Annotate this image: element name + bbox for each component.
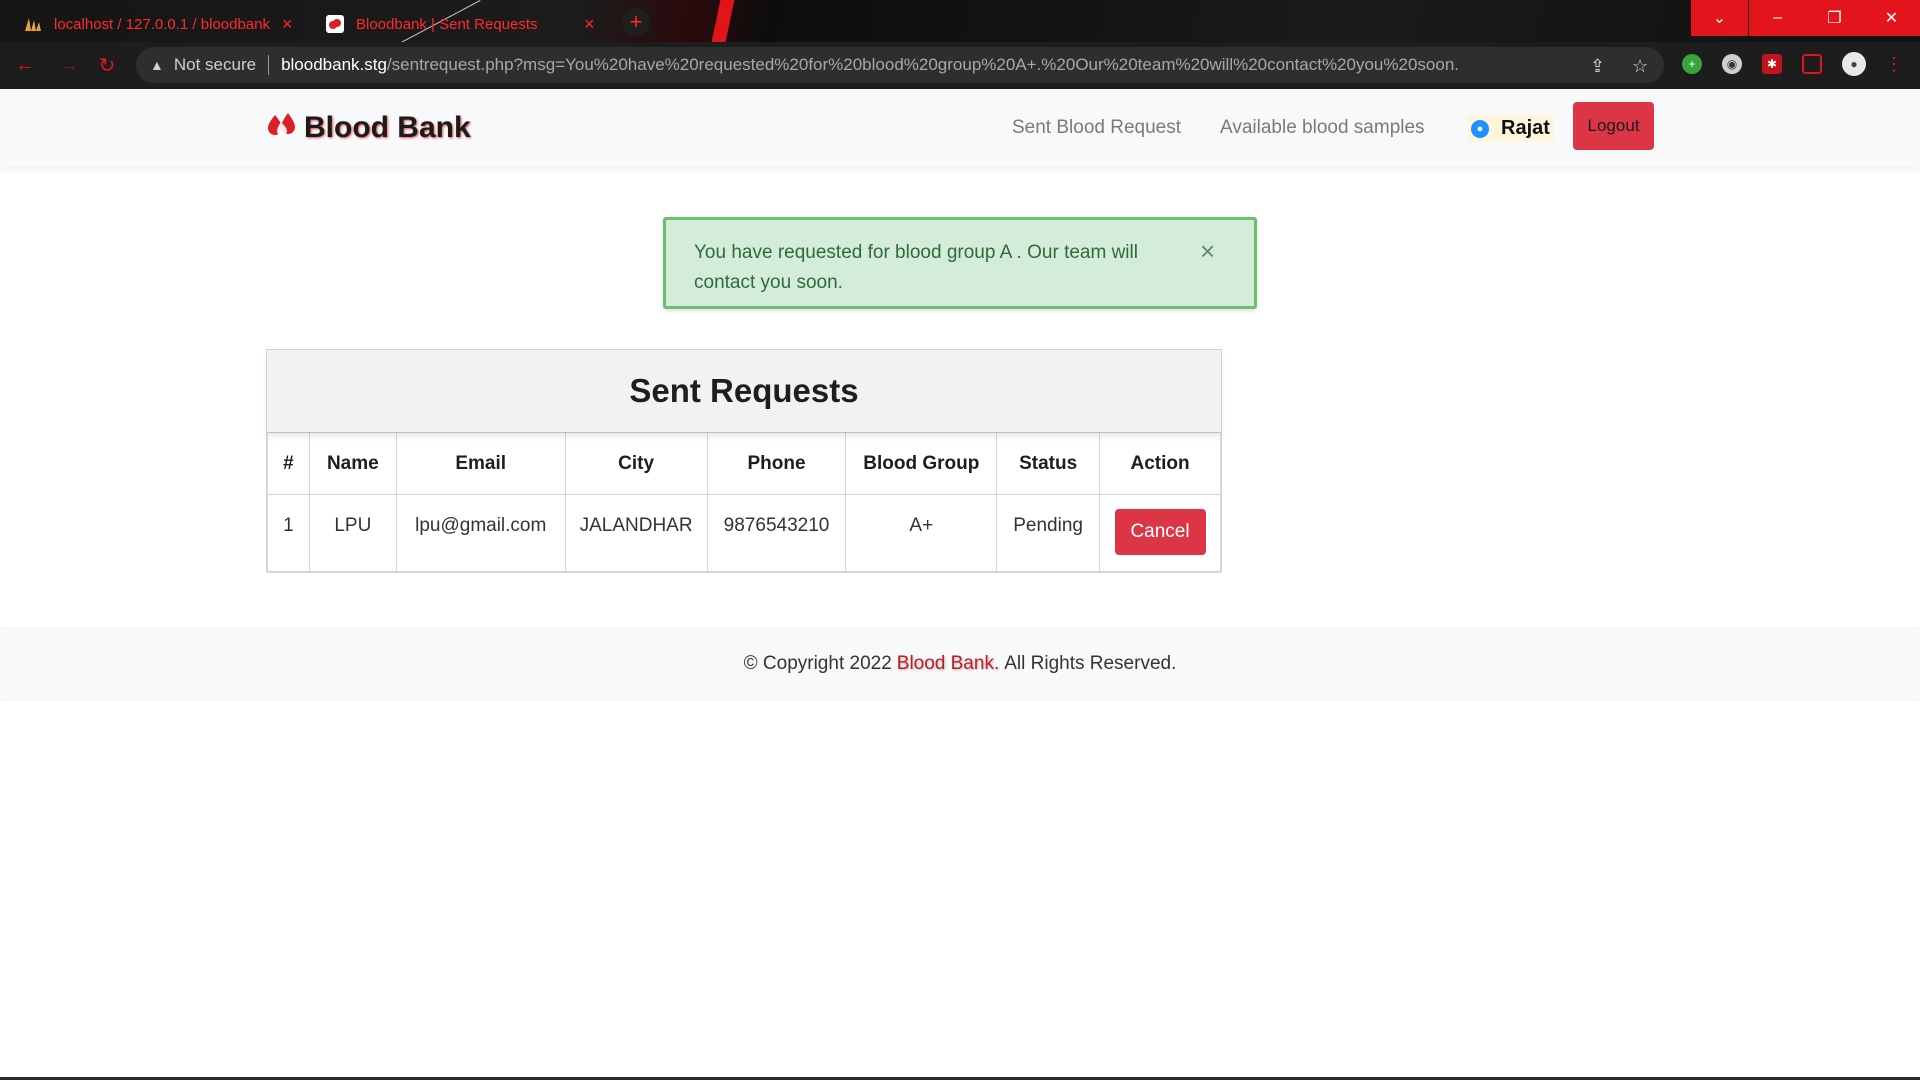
share-icon[interactable]: ⇪ (1590, 56, 1605, 77)
forward-icon[interactable]: → (56, 52, 82, 78)
url-host: bloodbank.stg (281, 55, 387, 74)
cell-name: LPU (308, 494, 397, 573)
column-header: # (267, 432, 310, 495)
column-header: Phone (706, 432, 847, 495)
user-name: Rajat (1501, 117, 1550, 139)
tab-search-icon[interactable]: ⌄ (1691, 0, 1748, 36)
site-footer: © Copyright 2022 Blood Bank. All Rights … (0, 630, 1920, 698)
column-header: Action (1099, 432, 1221, 495)
phpmyadmin-icon (24, 15, 42, 33)
decorative-streak (711, 0, 735, 42)
reload-icon[interactable]: ↻ (94, 52, 120, 78)
tab-title: Bloodbank | Sent Requests (356, 15, 538, 33)
extension-puzzle-icon[interactable]: ✱ (1762, 54, 1782, 74)
extension-square-icon[interactable] (1802, 54, 1822, 74)
alert-message: You have requested for blood group A . O… (694, 242, 1138, 293)
new-tab-icon[interactable]: + (622, 8, 650, 36)
success-alert: You have requested for blood group A . O… (663, 217, 1257, 309)
security-label: Not secure (173, 55, 257, 74)
column-header: Email (395, 432, 566, 495)
extension-owl-icon[interactable]: ◉ (1722, 54, 1742, 74)
sent-requests-card: Sent Requests # Name Email City Phone Bl… (266, 349, 1222, 573)
cell-number: 1 (267, 494, 310, 573)
browser-tab-phpmyadmin[interactable]: localhost / 127.0.0.1 / bloodbank × (10, 6, 307, 42)
profile-avatar-icon[interactable]: ● (1842, 52, 1866, 76)
extension-plus-icon[interactable]: + (1682, 54, 1702, 74)
site-navbar: Blood Bank Sent Blood Request Available … (0, 89, 1920, 167)
footer-rights: All Rights Reserved. (1004, 653, 1177, 674)
column-header: Status (996, 432, 1101, 495)
url-path: /sentrequest.php?msg=You%20have%20reques… (386, 55, 1459, 74)
user-icon: ● (1471, 119, 1489, 138)
brand-logo[interactable]: Blood Bank (266, 111, 471, 145)
restore-icon[interactable]: ❐ (1806, 0, 1863, 36)
column-header: City (564, 432, 708, 495)
minimize-icon[interactable]: – (1749, 0, 1806, 36)
table-header-row: # Name Email City Phone Blood Group Stat… (267, 432, 1221, 495)
browser-menu-icon[interactable]: ⋮ (1884, 54, 1904, 74)
column-header: Name (308, 432, 397, 495)
close-window-icon[interactable]: ✕ (1863, 0, 1920, 36)
browser-tab-bloodbank[interactable]: Bloodbank | Sent Requests × (312, 6, 609, 42)
tab-title: localhost / 127.0.0.1 / bloodbank (54, 15, 270, 33)
divider (268, 55, 270, 75)
requests-table: # Name Email City Phone Blood Group Stat… (267, 432, 1221, 573)
warning-icon: ▲ (150, 57, 164, 73)
browser-toolbar: ← → ↻ ▲ Not secure bloodbank.stg /sentre… (0, 42, 1920, 89)
cell-blood-group: A+ (845, 494, 998, 573)
browser-tab-bar: localhost / 127.0.0.1 / bloodbank × Bloo… (0, 0, 1920, 42)
column-header: Blood Group (845, 432, 998, 495)
footer-copyright: © Copyright 2022 (743, 653, 892, 674)
cell-status: Pending (996, 494, 1101, 573)
cell-action: Cancel (1099, 494, 1221, 573)
blood-drops-icon (266, 112, 298, 145)
brand-name: Blood Bank (304, 111, 471, 144)
bookmark-star-icon[interactable]: ☆ (1632, 56, 1648, 77)
close-icon[interactable]: × (1200, 236, 1215, 267)
nav-sent-blood-request[interactable]: Sent Blood Request (1012, 117, 1181, 139)
close-icon[interactable]: × (282, 14, 293, 35)
bloodbank-favicon (326, 15, 344, 33)
table-row: 1 LPU lpu@gmail.com JALANDHAR 9876543210… (267, 494, 1221, 573)
table-title: Sent Requests (267, 350, 1221, 432)
logout-button[interactable]: Logout (1573, 102, 1654, 150)
user-profile[interactable]: ● Rajat (1467, 115, 1554, 142)
address-bar[interactable]: ▲ Not secure bloodbank.stg /sentrequest.… (136, 47, 1664, 83)
cell-phone: 9876543210 (706, 494, 847, 573)
cell-email: lpu@gmail.com (395, 494, 566, 573)
back-icon[interactable]: ← (12, 52, 38, 78)
close-icon[interactable]: × (584, 14, 595, 35)
cell-city: JALANDHAR (564, 494, 708, 573)
cancel-request-button[interactable]: Cancel (1114, 509, 1206, 555)
footer-brand-link[interactable]: Blood Bank. (897, 653, 999, 675)
nav-available-blood-samples[interactable]: Available blood samples (1220, 117, 1425, 139)
